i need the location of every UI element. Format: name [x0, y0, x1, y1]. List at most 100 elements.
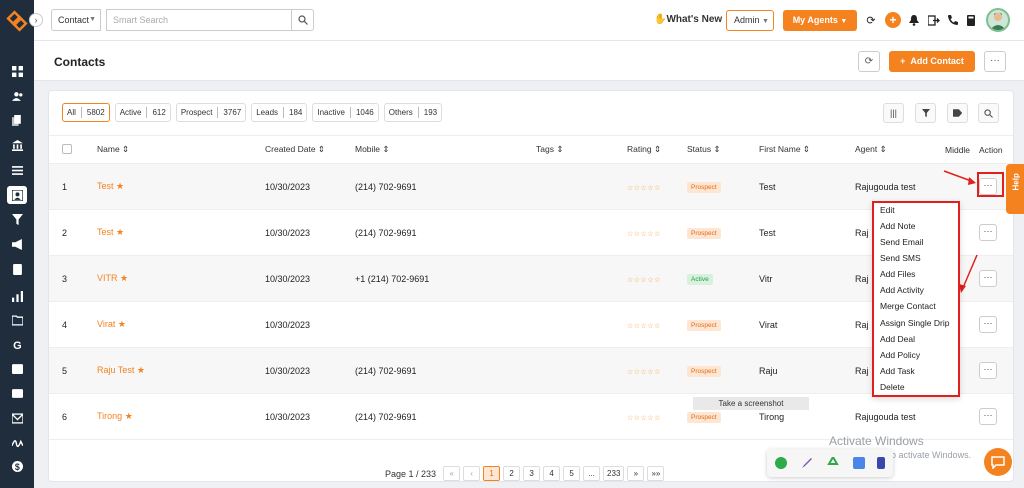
- search-type-select[interactable]: Contact ▼: [51, 9, 101, 31]
- contacts-icon[interactable]: [7, 186, 27, 204]
- col-mobile[interactable]: Mobile ⇕: [355, 135, 536, 164]
- search-input[interactable]: Smart Search: [106, 9, 292, 31]
- menu-item-add-note[interactable]: Add Note: [880, 221, 915, 231]
- mobile-number[interactable]: +1 (214) 702-9691: [355, 255, 536, 302]
- col-tags[interactable]: Tags ⇕: [536, 135, 627, 164]
- col-agent[interactable]: Agent ⇕: [855, 135, 945, 164]
- table-row[interactable]: 2 Test ★ 10/30/2023 (214) 702-9691 ☆☆☆☆☆…: [49, 209, 1013, 256]
- prev-page-button[interactable]: ‹: [463, 466, 481, 481]
- app-logo[interactable]: [6, 10, 28, 32]
- folder-icon[interactable]: [7, 311, 27, 329]
- filter-button[interactable]: [915, 103, 936, 123]
- bank-icon[interactable]: [7, 136, 27, 154]
- chat-button[interactable]: [984, 448, 1012, 476]
- contact-name-link[interactable]: Test: [97, 227, 114, 237]
- sync-icon[interactable]: ⟳: [864, 13, 878, 27]
- phone-icon[interactable]: [946, 13, 960, 27]
- check-shield-icon[interactable]: [775, 457, 787, 469]
- page-button[interactable]: 4: [543, 466, 561, 481]
- menu-item-assign-single-drip[interactable]: Assign Single Drip: [880, 318, 949, 328]
- page-button[interactable]: 3: [523, 466, 541, 481]
- add-contact-button[interactable]: + Add Contact: [889, 51, 975, 72]
- select-all-checkbox[interactable]: [62, 143, 72, 154]
- star-icon[interactable]: ★: [116, 181, 124, 191]
- google-icon[interactable]: G: [7, 335, 27, 353]
- table-row[interactable]: 3 VITR ★ 10/30/2023 +1 (214) 702-9691 ☆☆…: [49, 255, 1013, 302]
- bar-chart-icon[interactable]: [7, 287, 27, 305]
- mobile-number[interactable]: (214) 702-9691: [355, 393, 536, 440]
- row-action-button[interactable]: ···: [979, 316, 997, 333]
- envelope-icon[interactable]: [7, 409, 27, 427]
- row-action-button[interactable]: ···: [979, 270, 997, 287]
- menu-item-add-activity[interactable]: Add Activity: [880, 285, 924, 295]
- star-icon[interactable]: ★: [137, 365, 145, 375]
- contact-name-link[interactable]: Raju Test: [97, 365, 134, 375]
- first-page-button[interactable]: «: [443, 466, 461, 481]
- page-button[interactable]: 2: [503, 466, 521, 481]
- rating-stars[interactable]: ☆☆☆☆☆: [627, 185, 661, 192]
- mobile-number[interactable]: [355, 301, 536, 348]
- list-icon[interactable]: [7, 161, 27, 179]
- filter-chip-others[interactable]: Others 193: [383, 103, 443, 122]
- megaphone-icon[interactable]: [7, 235, 27, 253]
- calculator-icon[interactable]: [964, 13, 978, 27]
- page-more-button[interactable]: ···: [984, 51, 1006, 72]
- menu-item-add-task[interactable]: Add Task: [880, 366, 915, 376]
- columns-button[interactable]: |||: [883, 103, 904, 123]
- last-page-button[interactable]: »»: [647, 466, 665, 481]
- col-created-date[interactable]: Created Date ⇕: [265, 135, 355, 164]
- row-action-button[interactable]: ···: [979, 362, 997, 379]
- dollar-icon[interactable]: $: [7, 457, 27, 475]
- shield-icon[interactable]: [853, 457, 865, 469]
- page-button[interactable]: 233: [603, 466, 625, 481]
- search-button[interactable]: [292, 9, 314, 31]
- table-search-button[interactable]: [978, 103, 999, 123]
- row-action-button[interactable]: ···: [979, 224, 997, 241]
- page-button[interactable]: 5: [563, 466, 581, 481]
- col-name[interactable]: Name ⇕: [97, 135, 265, 164]
- rating-stars[interactable]: ☆☆☆☆☆: [627, 415, 661, 422]
- rating-stars[interactable]: ☆☆☆☆☆: [627, 231, 661, 238]
- logout-icon[interactable]: [927, 13, 941, 27]
- filter-chip-active[interactable]: Active 612: [114, 103, 171, 122]
- bell-icon[interactable]: [907, 13, 921, 27]
- rating-stars[interactable]: ☆☆☆☆☆: [627, 277, 661, 284]
- contact-name-link[interactable]: VITR: [97, 273, 118, 283]
- table-row[interactable]: 1 Test ★ 10/30/2023 (214) 702-9691 ☆☆☆☆☆…: [49, 163, 1013, 210]
- page-button[interactable]: 1: [483, 466, 501, 481]
- help-tab[interactable]: Help: [1006, 164, 1024, 214]
- my-agents-dropdown[interactable]: My Agents ▼: [783, 10, 857, 31]
- menu-item-add-deal[interactable]: Add Deal: [880, 334, 915, 344]
- menu-item-add-files[interactable]: Add Files: [880, 269, 915, 279]
- quick-add-button[interactable]: +: [885, 12, 901, 28]
- dashboard-icon[interactable]: [7, 62, 27, 80]
- star-icon[interactable]: ★: [120, 273, 128, 283]
- refresh-button[interactable]: ⟳: [858, 51, 880, 72]
- filter-icon[interactable]: [7, 210, 27, 228]
- contact-name-link[interactable]: Test: [97, 181, 114, 191]
- mobile-number[interactable]: (214) 702-9691: [355, 347, 536, 394]
- recycle-icon[interactable]: [827, 454, 839, 469]
- notes-icon[interactable]: [7, 260, 27, 278]
- col-rating[interactable]: Rating ⇕: [627, 135, 687, 164]
- mobile-number[interactable]: (214) 702-9691: [355, 209, 536, 256]
- contact-name-link[interactable]: Virat: [97, 319, 115, 329]
- inbox-icon[interactable]: [7, 384, 27, 402]
- star-icon[interactable]: ★: [116, 227, 124, 237]
- tags-button[interactable]: [947, 103, 968, 123]
- menu-item-edit[interactable]: Edit: [880, 205, 895, 215]
- filter-chip-leads[interactable]: Leads 184: [251, 103, 308, 122]
- calendar-icon[interactable]: [7, 359, 27, 377]
- rating-stars[interactable]: ☆☆☆☆☆: [627, 323, 661, 330]
- table-row[interactable]: 5 Raju Test ★ 10/30/2023 (214) 702-9691 …: [49, 347, 1013, 394]
- user-avatar[interactable]: [986, 8, 1010, 32]
- admin-dropdown[interactable]: Admin ▼: [726, 10, 774, 31]
- table-row[interactable]: 6 Tirong ★ 10/30/2023 (214) 702-9691 ☆☆☆…: [49, 393, 1013, 440]
- app-icon[interactable]: [877, 457, 885, 469]
- whats-new-link[interactable]: ✋What's New: [654, 14, 722, 25]
- documents-icon[interactable]: [7, 111, 27, 129]
- menu-item-send-email[interactable]: Send Email: [880, 237, 923, 247]
- filter-chip-inactive[interactable]: Inactive 1046: [312, 103, 379, 122]
- filter-chip-prospect[interactable]: Prospect 3767: [175, 103, 247, 122]
- rating-stars[interactable]: ☆☆☆☆☆: [627, 369, 661, 376]
